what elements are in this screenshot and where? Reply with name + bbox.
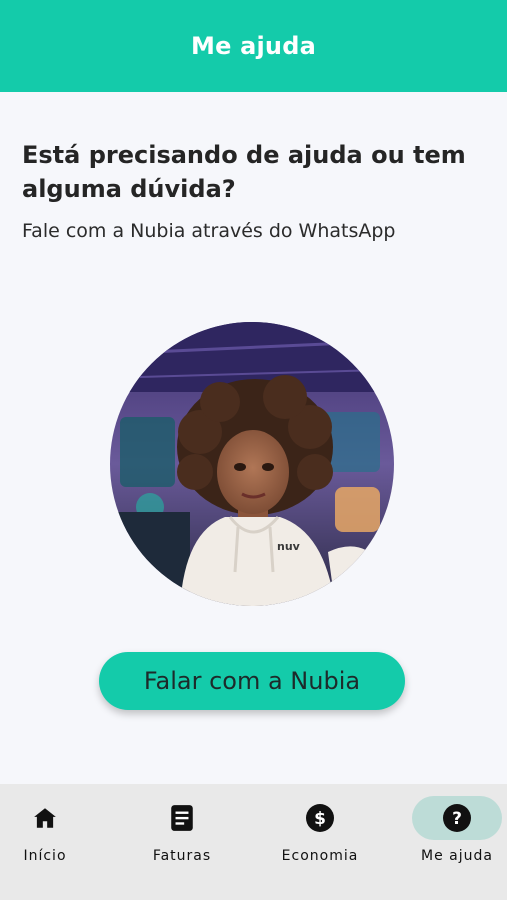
dollar-icon: $ [300,798,340,838]
nav-item-inicio[interactable]: Início [0,784,90,900]
talk-to-nubia-button[interactable]: Falar com a Nubia [99,652,405,710]
svg-text:$: $ [314,809,326,829]
svg-text:?: ? [452,809,462,829]
nubia-avatar-illustration: nuv [110,322,394,606]
nav-item-me-ajuda[interactable]: ? Me ajuda [412,784,502,900]
nubia-avatar: nuv [110,322,394,606]
home-icon [25,798,65,838]
help-icon: ? [437,798,477,838]
nav-label-faturas: Faturas [152,848,212,864]
nav-label-me-ajuda: Me ajuda [421,848,493,864]
nav-label-economia: Economia [281,848,359,864]
app-header: Me ajuda [0,0,507,92]
nav-item-faturas[interactable]: Faturas [137,784,227,900]
nav-label-inicio: Início [23,848,67,864]
help-headline: Está precisando de ajuda ou tem alguma d… [22,141,466,203]
help-subline: Fale com a Nubia através do WhatsApp [22,220,396,242]
main-content: Está precisando de ajuda ou tem alguma d… [0,92,507,784]
bottom-navigation: Início Faturas $ Economia ? Me ajuda [0,784,507,900]
document-icon [162,798,202,838]
hoodie-logo: nuv [277,540,301,553]
page-title: Me ajuda [191,32,316,60]
nav-item-economia[interactable]: $ Economia [270,784,370,900]
